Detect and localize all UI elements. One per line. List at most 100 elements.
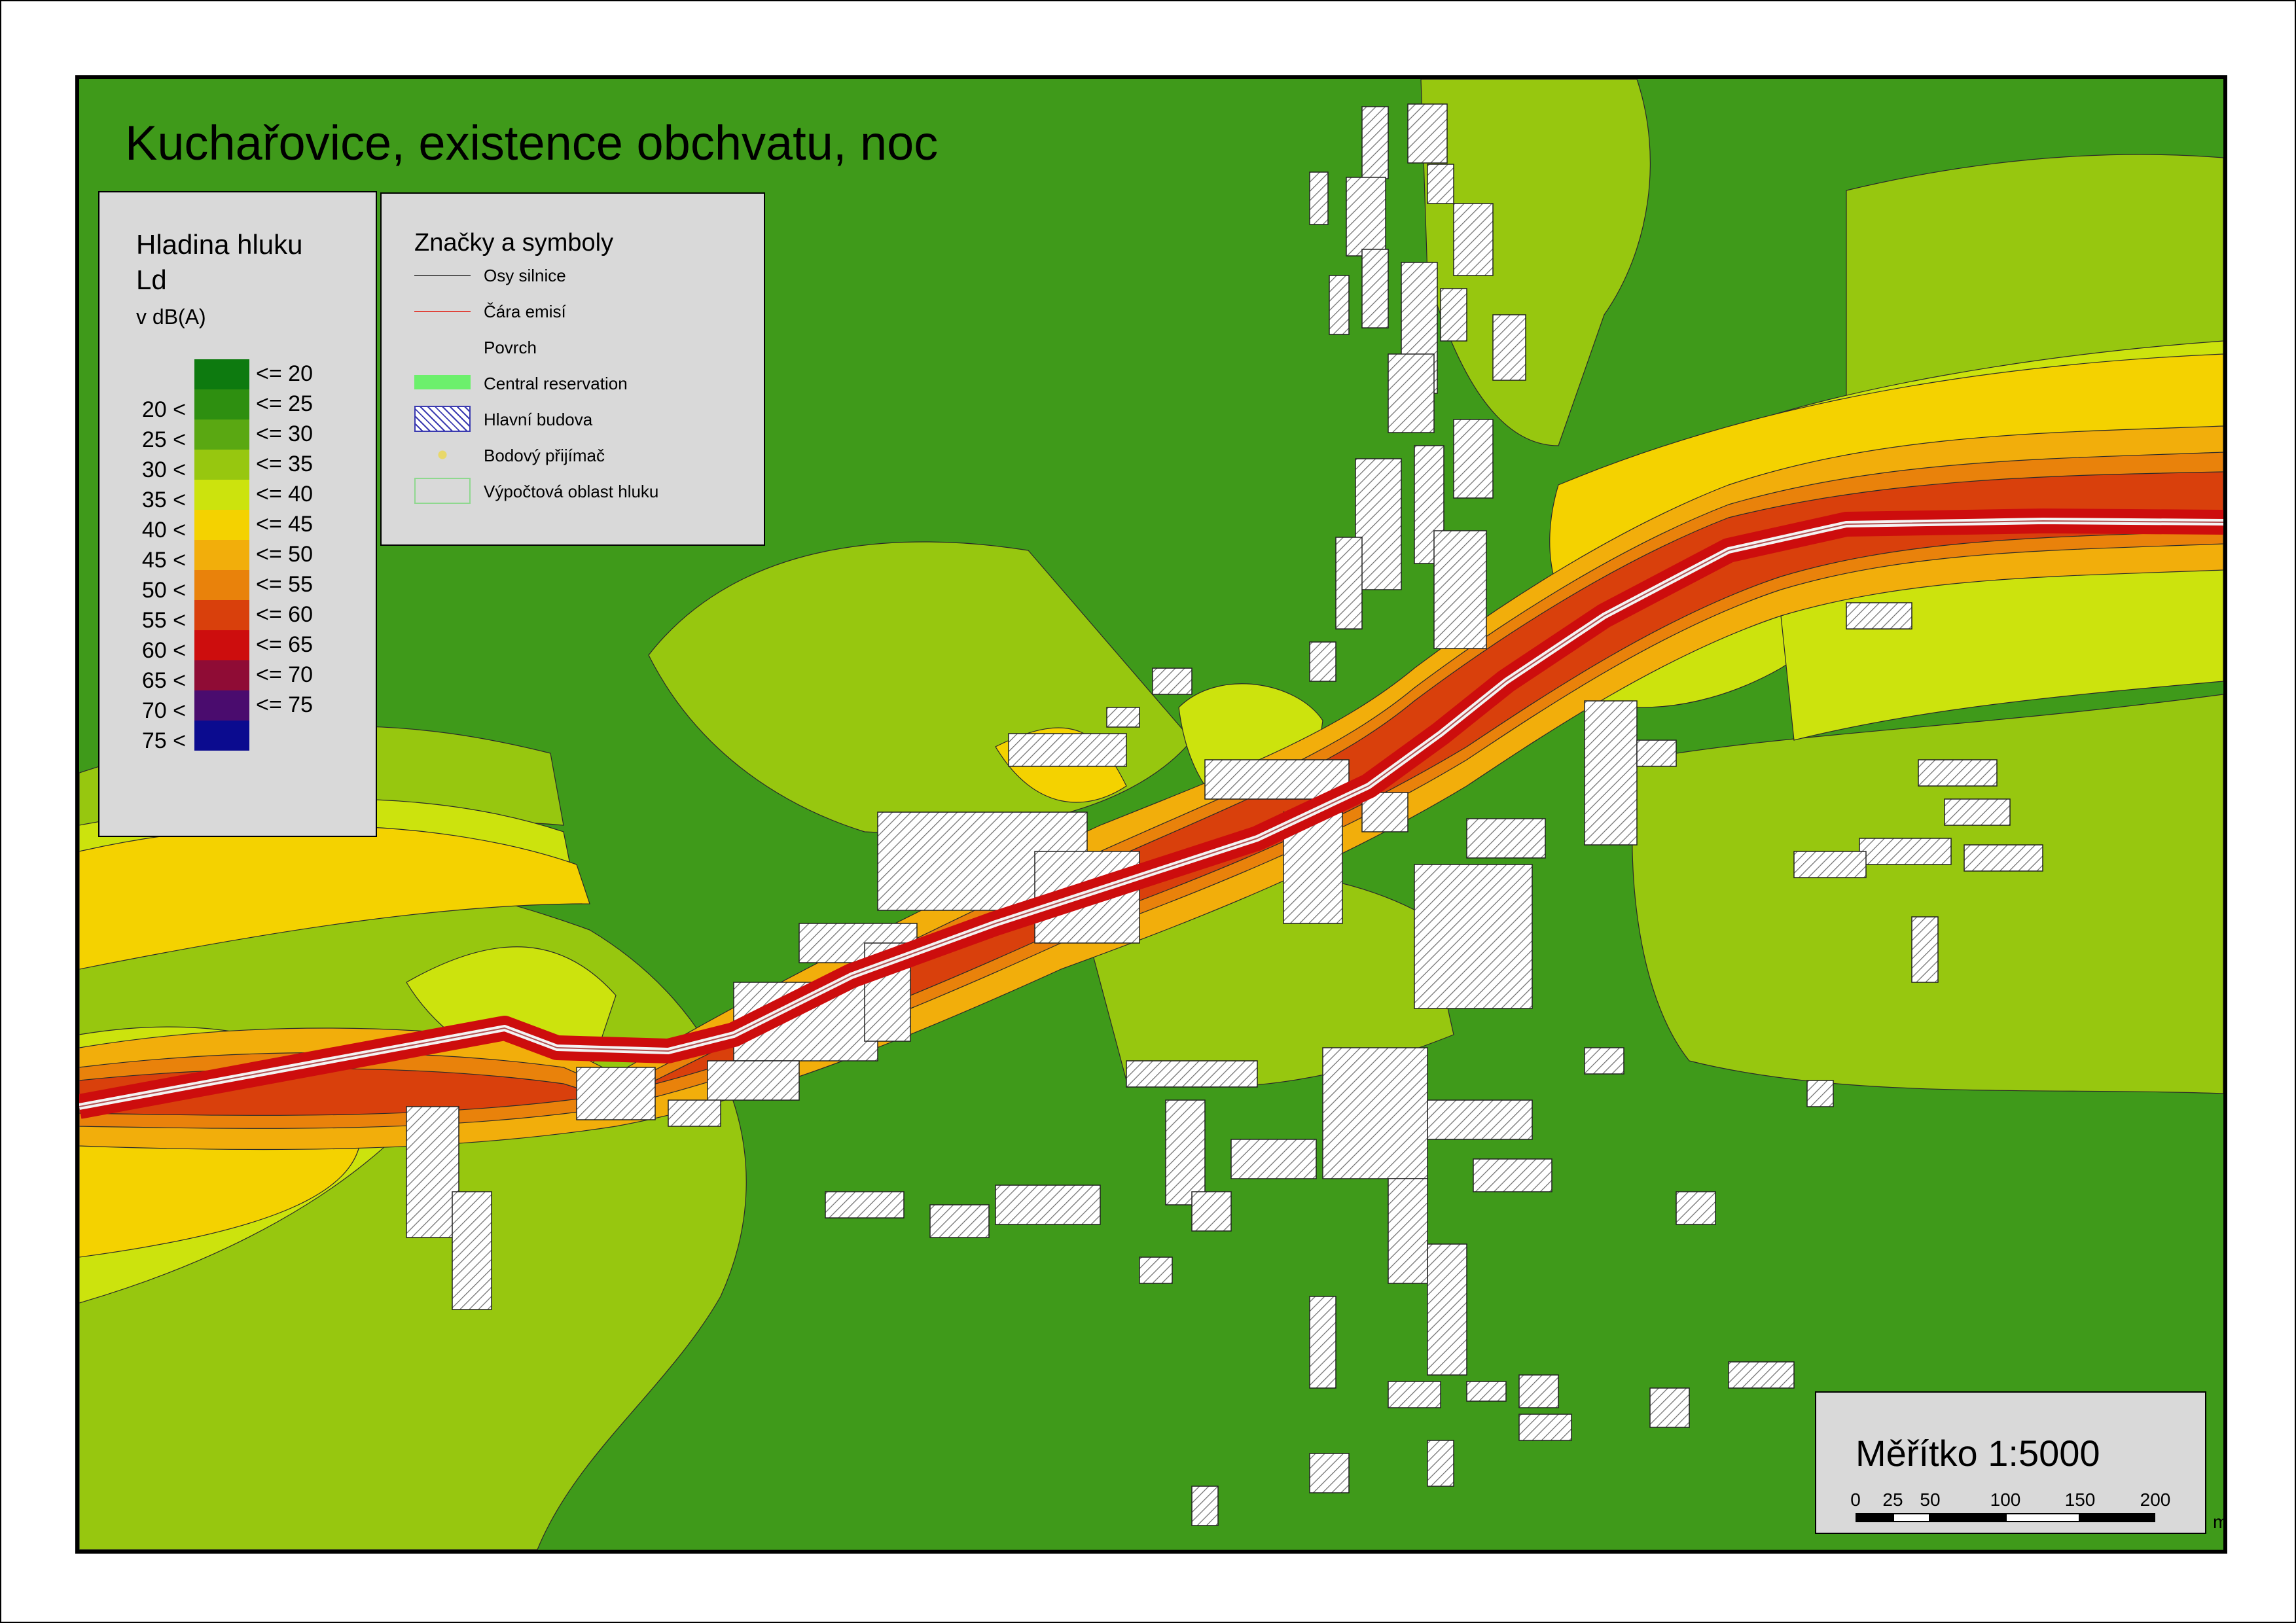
building <box>1346 177 1386 257</box>
building <box>1636 740 1677 767</box>
building <box>1518 1374 1559 1408</box>
scale-tick-label: 150 <box>2064 1489 2096 1510</box>
map-title: Kuchařovice, existence obchvatu, noc <box>125 116 939 170</box>
legend-row: 25 < <= 30 <box>99 419 376 452</box>
building <box>1126 1060 1258 1088</box>
legend-panel: Hladina hluku Ld v dB(A) <= 20 20 < <= 25 2… <box>98 191 377 837</box>
building <box>1473 1158 1552 1192</box>
building <box>1649 1387 1690 1428</box>
legend-swatch <box>194 630 249 660</box>
symbols-title: Značky a symboly <box>414 229 614 257</box>
building <box>1806 1080 1834 1107</box>
building <box>1139 1257 1173 1284</box>
scale-tick-label: 25 <box>1882 1489 1903 1510</box>
legend-title: Hladina hluku <box>136 229 303 260</box>
legend-swatch <box>194 450 249 480</box>
building <box>1427 1440 1454 1487</box>
building <box>1492 314 1526 381</box>
symbol-marker <box>414 478 471 504</box>
legend-row: 55 < <= 60 <box>99 600 376 633</box>
noise-zone-polygon <box>1632 694 2223 1094</box>
legend-swatch <box>194 540 249 570</box>
legend-upper-bound: <= 75 <box>256 692 313 717</box>
scale-bar: 0 25 50 100 150 200 m <box>1850 1489 2223 1532</box>
building <box>1453 203 1494 276</box>
legend-upper-bound: <= 70 <box>256 662 313 687</box>
building <box>1846 602 1912 630</box>
scale-segment <box>1856 1513 1893 1522</box>
symbol-marker <box>414 406 471 432</box>
building <box>1309 641 1336 682</box>
symbol-marker <box>414 334 471 360</box>
building <box>1388 353 1435 433</box>
building <box>825 1191 905 1219</box>
symbol-label: Výpočtová oblast hluku <box>484 482 659 501</box>
scale-tick-label: 0 <box>1850 1489 1861 1510</box>
building <box>1427 164 1454 204</box>
legend-swatch <box>194 359 249 389</box>
legend-swatch <box>194 660 249 690</box>
legend-swatch <box>194 480 249 510</box>
legend-upper-bound: <= 45 <box>256 512 313 537</box>
building <box>1433 530 1487 649</box>
building <box>707 1060 800 1101</box>
legend-swatch <box>194 690 249 721</box>
scale-title: Měřítko 1:5000 <box>1856 1433 2100 1474</box>
building <box>1322 1047 1428 1179</box>
scale-segment <box>2005 1513 2080 1522</box>
legend-row: 45 < <= 50 <box>99 540 376 573</box>
legend-upper-bound: <= 30 <box>256 421 313 446</box>
building <box>1165 1099 1206 1205</box>
scale-segment <box>1893 1513 1930 1522</box>
building <box>1388 1178 1428 1284</box>
building <box>929 1204 990 1238</box>
building <box>1329 275 1350 335</box>
symbol-row: Bodový přijímač <box>382 442 764 468</box>
building <box>1361 106 1389 179</box>
building <box>668 1099 721 1127</box>
building <box>1335 537 1363 630</box>
scale-segment <box>1930 1513 2005 1522</box>
building <box>1106 707 1140 728</box>
legend-swatch <box>194 389 249 419</box>
building <box>1676 1191 1716 1225</box>
legend-upper-bound: <= 55 <box>256 572 313 597</box>
building <box>1453 419 1494 499</box>
building <box>1427 1099 1533 1140</box>
building <box>1944 798 2011 826</box>
legend-swatch <box>194 721 249 751</box>
building <box>995 1185 1101 1225</box>
map-frame: Kuchařovice, existence obchvatu, noc Hla… <box>75 75 2227 1554</box>
building <box>1309 1296 1336 1389</box>
building <box>576 1067 656 1120</box>
building <box>1859 838 1952 865</box>
building <box>1191 1486 1219 1526</box>
building <box>1008 733 1127 767</box>
symbols-panel: Značky a symboly Osy silnice Čára emisí Po… <box>380 192 765 546</box>
symbol-row: Povrch <box>382 334 764 360</box>
building <box>1309 1453 1350 1493</box>
building <box>1407 103 1448 164</box>
legend-upper-bound: <= 50 <box>256 542 313 567</box>
symbol-label: Osy silnice <box>484 266 566 285</box>
symbol-row: Osy silnice <box>382 262 764 288</box>
legend-swatch <box>194 600 249 630</box>
building <box>1728 1361 1795 1389</box>
building <box>1414 864 1533 1009</box>
symbol-label: Čára emisí <box>484 302 566 321</box>
scale-unit: m <box>2213 1512 2227 1532</box>
legend-upper-bound: <= 35 <box>256 452 313 476</box>
building <box>1793 851 1867 878</box>
building <box>1964 844 2043 872</box>
scale-tick-label: 100 <box>1990 1489 2021 1510</box>
legend-row: 50 < <= 55 <box>99 570 376 603</box>
symbol-marker <box>414 298 471 312</box>
building <box>406 1106 459 1238</box>
scale-tick-label: 50 <box>1920 1489 1941 1510</box>
legend-row: 60 < <= 65 <box>99 630 376 663</box>
legend-row: 75 < <box>99 721 376 753</box>
building <box>1584 700 1638 846</box>
legend-row: <= 20 <box>99 359 376 389</box>
legend-row: 20 < <= 25 <box>99 389 376 422</box>
legend-lower-bound: 75 < <box>141 728 186 753</box>
